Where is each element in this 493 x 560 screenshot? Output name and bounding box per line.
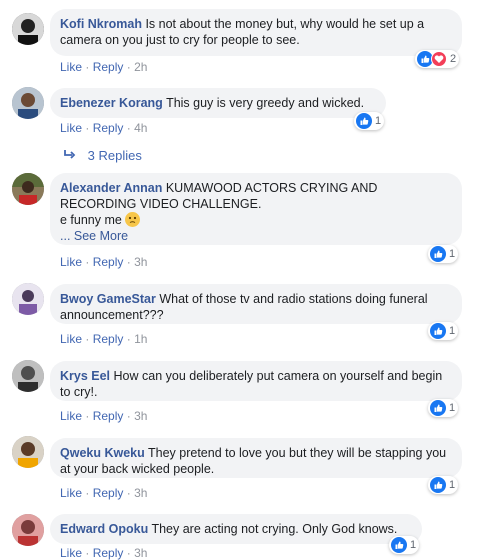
reaction-count: 1 [410,539,417,551]
reactions-badge[interactable]: 2 [415,50,459,68]
like-button[interactable]: Like [60,409,82,423]
comment-text: They are acting not crying. Only God kno… [151,522,398,536]
timestamp[interactable]: 3h [134,546,147,560]
reaction-count: 1 [449,402,456,414]
view-replies-link[interactable]: 3 Replies [64,148,142,163]
comment-actions: Like · Reply · 1h [60,332,147,346]
separator-dot: · [85,409,93,423]
reactions-badge[interactable]: 1 [354,112,384,130]
reply-button[interactable]: Reply [93,121,124,135]
reaction-count: 1 [449,248,456,260]
reactions-badge[interactable]: 1 [428,399,458,417]
comment-author[interactable]: Ebenezer Korang [60,96,163,110]
comment-actions: Like · Reply · 3h [60,409,147,423]
replies-count-label[interactable]: 3 Replies [88,148,142,163]
separator-dot: · [85,332,93,346]
separator-dot: · [126,121,135,135]
timestamp[interactable]: 3h [134,486,147,500]
timestamp[interactable]: 3h [134,409,147,423]
like-button[interactable]: Like [60,255,82,269]
like-reaction-icon [430,400,446,416]
separator-dot: · [85,546,93,560]
reply-button[interactable]: Reply [93,486,124,500]
comment-bubble: Ebenezer Korang This guy is very greedy … [50,88,386,118]
reply-arrow-icon [64,148,80,163]
comment-text-line2: e funny me [60,213,122,227]
timestamp[interactable]: 1h [134,332,147,346]
like-button[interactable]: Like [60,486,82,500]
love-reaction-icon [431,51,447,67]
avatar[interactable] [12,13,44,45]
reply-button[interactable]: Reply [93,332,124,346]
timestamp[interactable]: 4h [134,121,147,135]
comment-actions: Like · Reply · 3h [60,255,147,269]
comment-bubble: Kofi Nkromah Is not about the money but,… [50,9,462,56]
separator-dot: · [126,409,135,423]
comment-bubble: Alexander Annan KUMAWOOD ACTORS CRYING A… [50,173,462,245]
comment-actions: Like · Reply · 4h [60,121,147,135]
reaction-count: 1 [375,115,382,127]
separator-dot: · [126,546,135,560]
separator-dot: · [85,486,93,500]
separator-dot: · [126,60,135,74]
like-reaction-icon [391,537,407,553]
like-button[interactable]: Like [60,546,82,560]
avatar[interactable] [12,173,44,205]
comment-author[interactable]: Qweku Kweku [60,446,145,460]
avatar[interactable] [12,283,44,315]
separator-dot: · [126,255,135,269]
comment-text: This guy is very greedy and wicked. [166,96,365,110]
like-button[interactable]: Like [60,60,82,74]
avatar[interactable] [12,87,44,119]
like-reaction-icon [430,246,446,262]
like-reaction-icon [356,113,372,129]
reply-button[interactable]: Reply [93,60,124,74]
reactions-badge[interactable]: 1 [389,536,419,554]
reaction-count: 2 [450,53,457,65]
separator-dot: · [85,60,93,74]
separator-dot: · [85,121,93,135]
comment-bubble: Krys Eel How can you deliberately put ca… [50,361,462,401]
like-button[interactable]: Like [60,121,82,135]
avatar[interactable] [12,436,44,468]
timestamp[interactable]: 2h [134,60,147,74]
like-button[interactable]: Like [60,332,82,346]
comment-author[interactable]: Kofi Nkromah [60,17,142,31]
comment-author[interactable]: Bwoy GameStar [60,292,156,306]
reply-button[interactable]: Reply [93,409,124,423]
like-reaction-icon [430,477,446,493]
separator-dot: · [85,255,93,269]
comment-actions: Like · Reply · 3h [60,546,147,560]
comment-bubble: Qweku Kweku They pretend to love you but… [50,438,462,478]
separator-dot: · [126,332,135,346]
avatar[interactable] [12,514,44,546]
timestamp[interactable]: 3h [134,255,147,269]
comment-author[interactable]: Edward Opoku [60,522,148,536]
reactions-badge[interactable]: 1 [428,476,458,494]
comment-bubble: Bwoy GameStar What of those tv and radio… [50,284,462,324]
comment-author[interactable]: Alexander Annan [60,181,162,195]
reaction-count: 1 [449,325,456,337]
reply-button[interactable]: Reply [93,546,124,560]
reactions-badge[interactable]: 1 [428,322,458,340]
like-reaction-icon [430,323,446,339]
reaction-count: 1 [449,479,456,491]
comment-bubble: Edward Opoku They are acting not crying.… [50,514,422,544]
see-more-link[interactable]: ... See More [60,229,128,243]
comment-actions: Like · Reply · 2h [60,60,147,74]
comment-text: How can you deliberately put camera on y… [60,369,443,399]
comment-actions: Like · Reply · 3h [60,486,147,500]
separator-dot: · [126,486,135,500]
avatar[interactable] [12,360,44,392]
comment-author[interactable]: Krys Eel [60,369,110,383]
face-emoji-icon [125,212,141,227]
reply-button[interactable]: Reply [93,255,124,269]
reactions-badge[interactable]: 1 [428,245,458,263]
